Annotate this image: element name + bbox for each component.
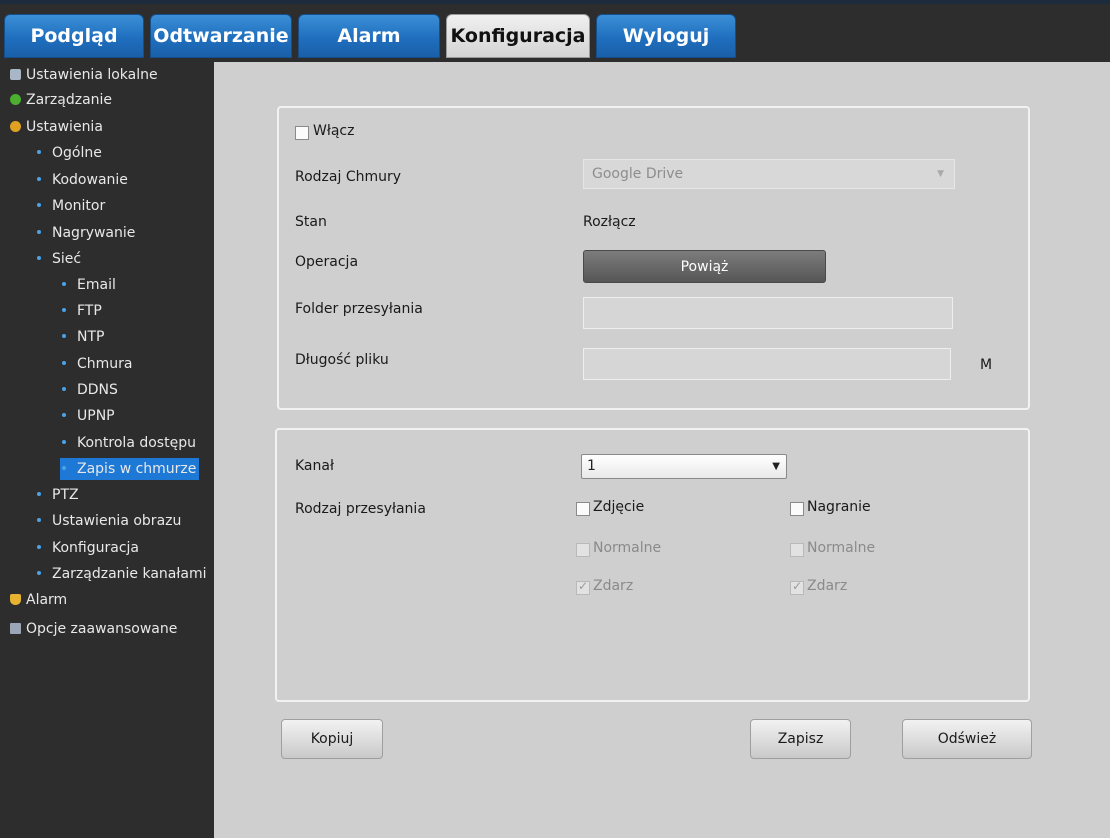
sidebar-item-channel-management[interactable]: Zarządzanie kanałami [37, 563, 206, 585]
sidebar-item-ptz[interactable]: PTZ [37, 484, 79, 506]
sidebar-item-alarm[interactable]: Alarm [10, 589, 67, 611]
bind-button[interactable]: Powiąż [583, 250, 826, 283]
sidebar-item-monitor[interactable]: Monitor [37, 195, 105, 217]
sidebar-item-ntp[interactable]: NTP [62, 326, 104, 348]
chevron-down-icon: ▼ [772, 461, 780, 472]
info-icon [10, 94, 21, 105]
status-value: Rozłącz [583, 214, 636, 230]
upload-type-label: Rodzaj przesyłania [295, 501, 426, 517]
bullet-icon [37, 177, 41, 181]
upload-folder-input[interactable] [583, 297, 953, 329]
recording-normal-label: Normalne [807, 540, 876, 556]
bullet-icon [37, 571, 41, 575]
file-length-input[interactable] [583, 348, 951, 380]
bullet-icon [62, 282, 66, 286]
bell-icon [10, 594, 21, 605]
cloud-type-value: Google Drive [592, 166, 684, 182]
sidebar-item-access-control[interactable]: Kontrola dostępu [62, 432, 196, 454]
sidebar-item-cloud-storage[interactable]: Zapis w chmurze [60, 458, 200, 480]
sidebar-item-network[interactable]: Sieć [37, 248, 81, 270]
sidebar-item-encoding[interactable]: Kodowanie [37, 169, 128, 191]
sidebar-item-management[interactable]: Zarządzanie [10, 89, 112, 111]
recording-normal-checkbox[interactable] [790, 543, 804, 557]
tab-playback[interactable]: Odtwarzanie [150, 14, 292, 58]
top-tab-bar: Podgląd Odtwarzanie Alarm Konfiguracja W… [0, 0, 1110, 62]
upload-folder-label: Folder przesyłania [295, 301, 423, 317]
enable-label: Włącz [313, 123, 355, 139]
check-icon: ✓ [792, 579, 803, 593]
bullet-icon [62, 440, 66, 444]
photo-normal-checkbox[interactable] [576, 543, 590, 557]
channel-select[interactable]: 1 ▼ [581, 454, 787, 479]
gear-icon [10, 121, 21, 132]
bullet-icon [37, 545, 41, 549]
sidebar-item-recording[interactable]: Nagrywanie [37, 222, 135, 244]
recording-label: Nagranie [807, 499, 871, 515]
bullet-icon [37, 230, 41, 234]
bullet-icon [62, 308, 66, 312]
tools-icon [10, 623, 21, 634]
sidebar-item-ftp[interactable]: FTP [62, 300, 102, 322]
photo-normal-label: Normalne [593, 540, 662, 556]
cloud-type-label: Rodzaj Chmury [295, 169, 402, 185]
copy-button[interactable]: Kopiuj [281, 719, 383, 759]
sidebar-item-local-settings[interactable]: Ustawienia lokalne [10, 64, 158, 86]
channel-value: 1 [587, 458, 596, 474]
bullet-icon [62, 334, 66, 338]
photo-label: Zdjęcie [593, 499, 645, 515]
recording-checkbox[interactable] [790, 502, 804, 516]
sidebar-item-ddns[interactable]: DDNS [62, 379, 118, 401]
tab-alarm[interactable]: Alarm [298, 14, 440, 58]
enable-checkbox[interactable] [295, 126, 309, 140]
cloud-settings-panel: Włącz Rodzaj Chmury Google Drive ▼ Stan … [277, 106, 1030, 410]
monitor-icon [10, 69, 21, 80]
bullet-icon [37, 203, 41, 207]
refresh-button[interactable]: Odśwież [902, 719, 1032, 759]
bullet-icon [37, 256, 41, 260]
sidebar-item-upnp[interactable]: UPNP [62, 405, 115, 427]
photo-checkbox[interactable] [576, 502, 590, 516]
chevron-down-icon: ▼ [937, 169, 944, 179]
save-button[interactable]: Zapisz [750, 719, 851, 759]
bullet-icon [37, 492, 41, 496]
bullet-icon [37, 150, 41, 154]
channel-label: Kanał [295, 458, 334, 474]
sidebar: Ustawienia lokalne Zarządzanie Ustawieni… [0, 62, 214, 838]
sidebar-item-email[interactable]: Email [62, 274, 116, 296]
check-icon: ✓ [578, 579, 589, 593]
bullet-icon [62, 361, 66, 365]
tab-logout[interactable]: Wyloguj [596, 14, 736, 58]
sidebar-item-settings[interactable]: Ustawienia [10, 116, 103, 138]
bullet-icon [62, 387, 66, 391]
sidebar-item-advanced-options[interactable]: Opcje zaawansowane [10, 618, 177, 640]
sidebar-item-configuration[interactable]: Konfiguracja [37, 537, 139, 559]
main-content: Włącz Rodzaj Chmury Google Drive ▼ Stan … [214, 62, 1110, 838]
sidebar-item-image-settings[interactable]: Ustawienia obrazu [37, 510, 181, 532]
recording-event-label: Zdarz [807, 578, 848, 594]
upload-settings-panel: Kanał 1 ▼ Rodzaj przesyłania Zdjęcie Nag… [275, 428, 1030, 702]
sidebar-item-cloud[interactable]: Chmura [62, 353, 133, 375]
bullet-icon [62, 413, 66, 417]
tab-configuration[interactable]: Konfiguracja [446, 14, 590, 58]
file-length-unit: M [980, 357, 993, 373]
sidebar-item-general[interactable]: Ogólne [37, 142, 102, 164]
recording-event-checkbox[interactable]: ✓ [790, 579, 804, 595]
status-label: Stan [295, 214, 327, 230]
photo-event-checkbox[interactable]: ✓ [576, 579, 590, 595]
cloud-type-select[interactable]: Google Drive ▼ [583, 159, 955, 189]
tab-preview[interactable]: Podgląd [4, 14, 144, 58]
photo-event-label: Zdarz [593, 578, 634, 594]
file-length-label: Długość pliku [295, 352, 389, 368]
bullet-icon [62, 466, 66, 470]
bullet-icon [37, 518, 41, 522]
operation-label: Operacja [295, 254, 359, 270]
